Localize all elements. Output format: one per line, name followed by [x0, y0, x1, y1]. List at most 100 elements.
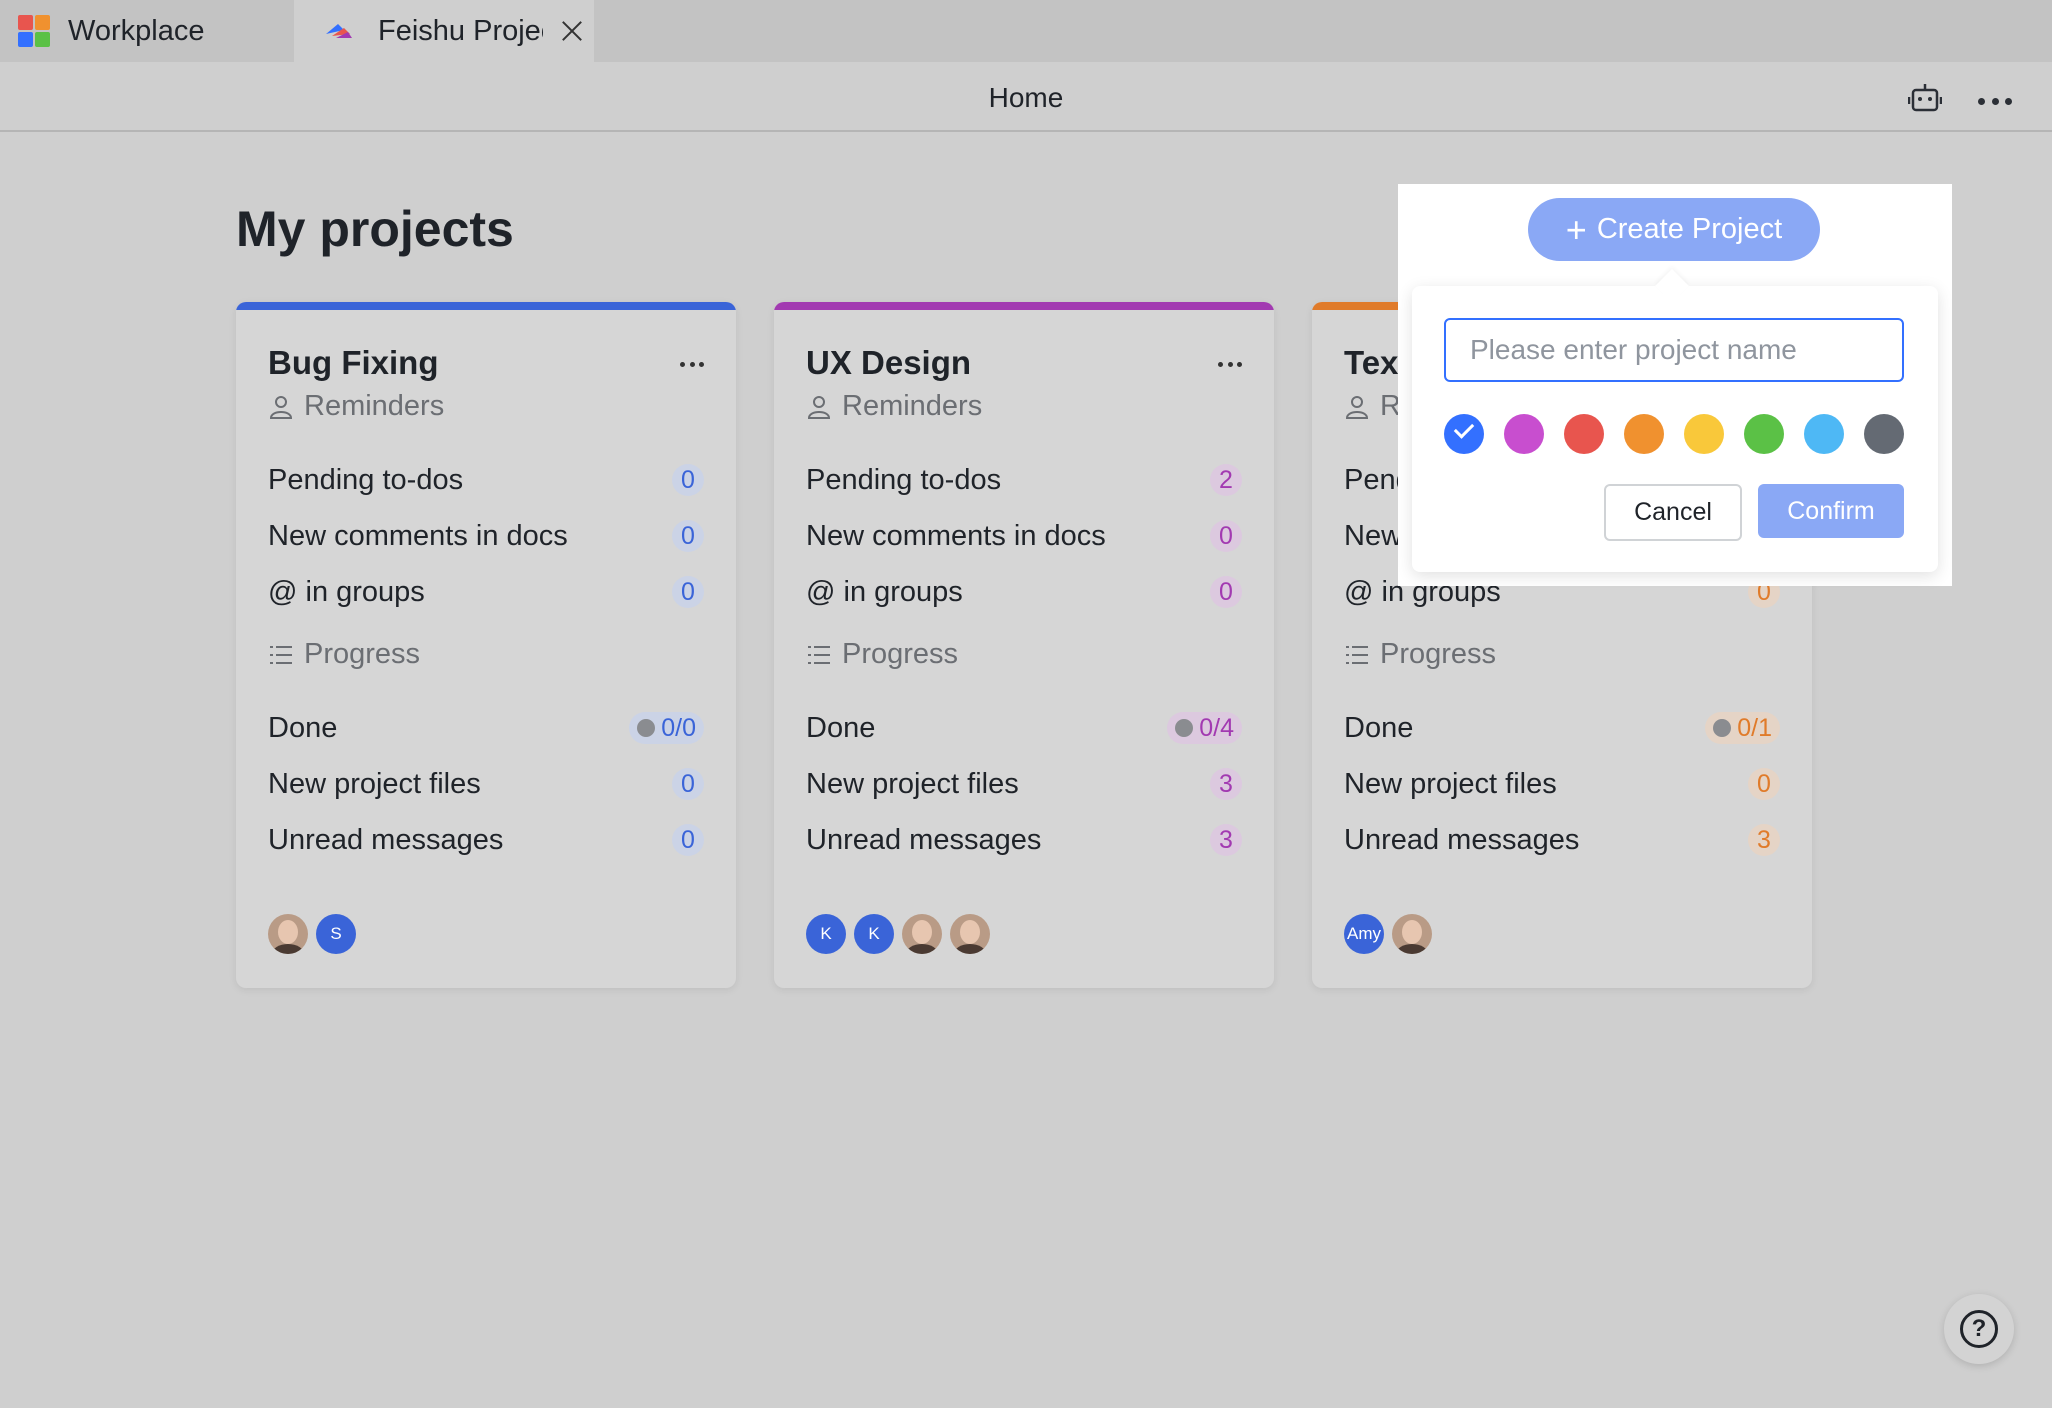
stat-row-groups[interactable]: @ in groups 0 [268, 572, 704, 612]
stat-label: New project files [806, 767, 1019, 800]
project-name[interactable]: UX Design [806, 344, 971, 382]
project-more-icon[interactable] [680, 362, 704, 368]
stat-count-badge: 0/0 [629, 712, 704, 744]
stat-count-badge: 0 [1210, 520, 1242, 552]
member-avatars: Amy [1344, 914, 1440, 954]
stat-count-badge: 0 [1210, 576, 1242, 608]
page-title: My projects [236, 201, 514, 257]
stat-label: New comments in docs [806, 519, 1106, 552]
stat-label: Unread messages [1344, 823, 1580, 856]
section-label: Progress [1380, 638, 1497, 670]
avatar[interactable]: K [854, 914, 894, 954]
avatar[interactable]: K [806, 914, 846, 954]
section-label: Progress [842, 638, 959, 670]
color-swatch[interactable] [1504, 414, 1544, 454]
stat-label: New project files [1344, 767, 1557, 800]
stat-row-groups[interactable]: @ in groups 0 [806, 572, 1242, 612]
stat-label: New project files [268, 767, 481, 800]
color-swatch[interactable] [1564, 414, 1604, 454]
color-swatch[interactable] [1444, 414, 1484, 454]
section-label: Progress [304, 638, 421, 670]
color-swatch[interactable] [1864, 414, 1904, 454]
avatar[interactable]: Amy [1344, 914, 1384, 954]
stat-label: @ in groups [806, 575, 963, 608]
project-color-bar [236, 302, 736, 310]
avatar[interactable] [902, 914, 942, 954]
stat-row-pending[interactable]: Pending to-dos 0 [268, 460, 704, 500]
more-icon[interactable] [1978, 98, 2012, 106]
section-progress: Progress [806, 638, 958, 671]
progress-dot-icon [1175, 719, 1194, 737]
stat-row-messages[interactable]: Unread messages 0 [268, 820, 704, 860]
stat-row-files[interactable]: New project files 0 [1344, 764, 1780, 804]
checkmark-icon [1453, 418, 1475, 439]
avatar[interactable] [268, 914, 308, 954]
page-header: Home [0, 62, 2052, 132]
project-card[interactable]: Bug Fixing Reminders Progress Pending to-do… [236, 302, 736, 988]
stat-row-done[interactable]: Done 0/1 [1344, 708, 1780, 748]
color-swatch[interactable] [1744, 414, 1784, 454]
project-name-input[interactable] [1444, 318, 1904, 382]
stat-count: 0 [681, 769, 695, 798]
stat-row-pending[interactable]: Pending to-dos 2 [806, 460, 1242, 500]
stat-count: 0 [681, 577, 695, 606]
plus-icon: + [1565, 208, 1587, 250]
stat-row-messages[interactable]: Unread messages 3 [806, 820, 1242, 860]
stat-row-files[interactable]: New project files 0 [268, 764, 704, 804]
list-icon [808, 645, 830, 664]
stat-row-comments[interactable]: New comments in docs 0 [268, 516, 704, 556]
avatar[interactable] [1392, 914, 1432, 954]
stat-count-badge: 0 [672, 576, 704, 608]
stat-count-badge: 0 [672, 464, 704, 496]
stat-count-badge: 3 [1210, 824, 1242, 856]
close-icon[interactable] [559, 18, 585, 44]
avatar[interactable] [950, 914, 990, 954]
stat-count: 0 [1757, 769, 1771, 798]
stat-count: 0 [1219, 577, 1233, 606]
stat-count-badge: 0 [672, 768, 704, 800]
progress-dot-icon [637, 719, 656, 737]
tab-workplace[interactable]: Workplace [0, 0, 294, 62]
stat-row-done[interactable]: Done 0/0 [268, 708, 704, 748]
robot-icon[interactable] [1908, 82, 1942, 116]
confirm-button[interactable]: Confirm [1758, 484, 1904, 538]
stat-count: 0 [681, 465, 695, 494]
color-picker [1444, 414, 1904, 454]
cancel-button[interactable]: Cancel [1604, 484, 1742, 541]
list-icon [270, 645, 292, 664]
color-swatch[interactable] [1804, 414, 1844, 454]
stat-label: Pending to-dos [268, 463, 464, 496]
help-button[interactable]: ? [1944, 1294, 2014, 1364]
project-color-bar [774, 302, 1274, 310]
section-reminders: Reminders [806, 390, 982, 423]
project-more-icon[interactable] [1218, 362, 1242, 368]
progress-dot-icon [1713, 719, 1732, 737]
stat-count: 0/1 [1737, 713, 1772, 742]
stat-count: 3 [1757, 825, 1771, 854]
stat-count-badge: 0 [672, 824, 704, 856]
stat-count-badge: 0 [672, 520, 704, 552]
tab-bar: Workplace Feishu Project [0, 0, 2052, 62]
stat-count-badge: 0/4 [1167, 712, 1242, 744]
color-swatch[interactable] [1684, 414, 1724, 454]
stat-row-messages[interactable]: Unread messages 3 [1344, 820, 1780, 860]
stat-count: 3 [1219, 825, 1233, 854]
stat-count: 2 [1219, 465, 1233, 494]
color-swatch[interactable] [1624, 414, 1664, 454]
stat-row-files[interactable]: New project files 3 [806, 764, 1242, 804]
stat-row-done[interactable]: Done 0/4 [806, 708, 1242, 748]
section-reminders: Reminders [268, 390, 444, 423]
stat-row-comments[interactable]: New comments in docs 0 [806, 516, 1242, 556]
create-project-button[interactable]: + Create Project [1528, 198, 1820, 261]
stat-count: 0 [681, 521, 695, 550]
stat-label: Done [806, 711, 876, 744]
stat-label: New comments in docs [268, 519, 568, 552]
stat-label: Unread messages [268, 823, 504, 856]
project-card[interactable]: UX Design Reminders Progress Pending to-dos… [774, 302, 1274, 988]
stat-label: Done [268, 711, 338, 744]
project-name[interactable]: Bug Fixing [268, 344, 438, 382]
tab-label: Feishu Project [378, 14, 543, 47]
tab-feishu-project[interactable]: Feishu Project [294, 0, 594, 62]
avatar[interactable]: S [316, 914, 356, 954]
section-progress: Progress [1344, 638, 1496, 671]
